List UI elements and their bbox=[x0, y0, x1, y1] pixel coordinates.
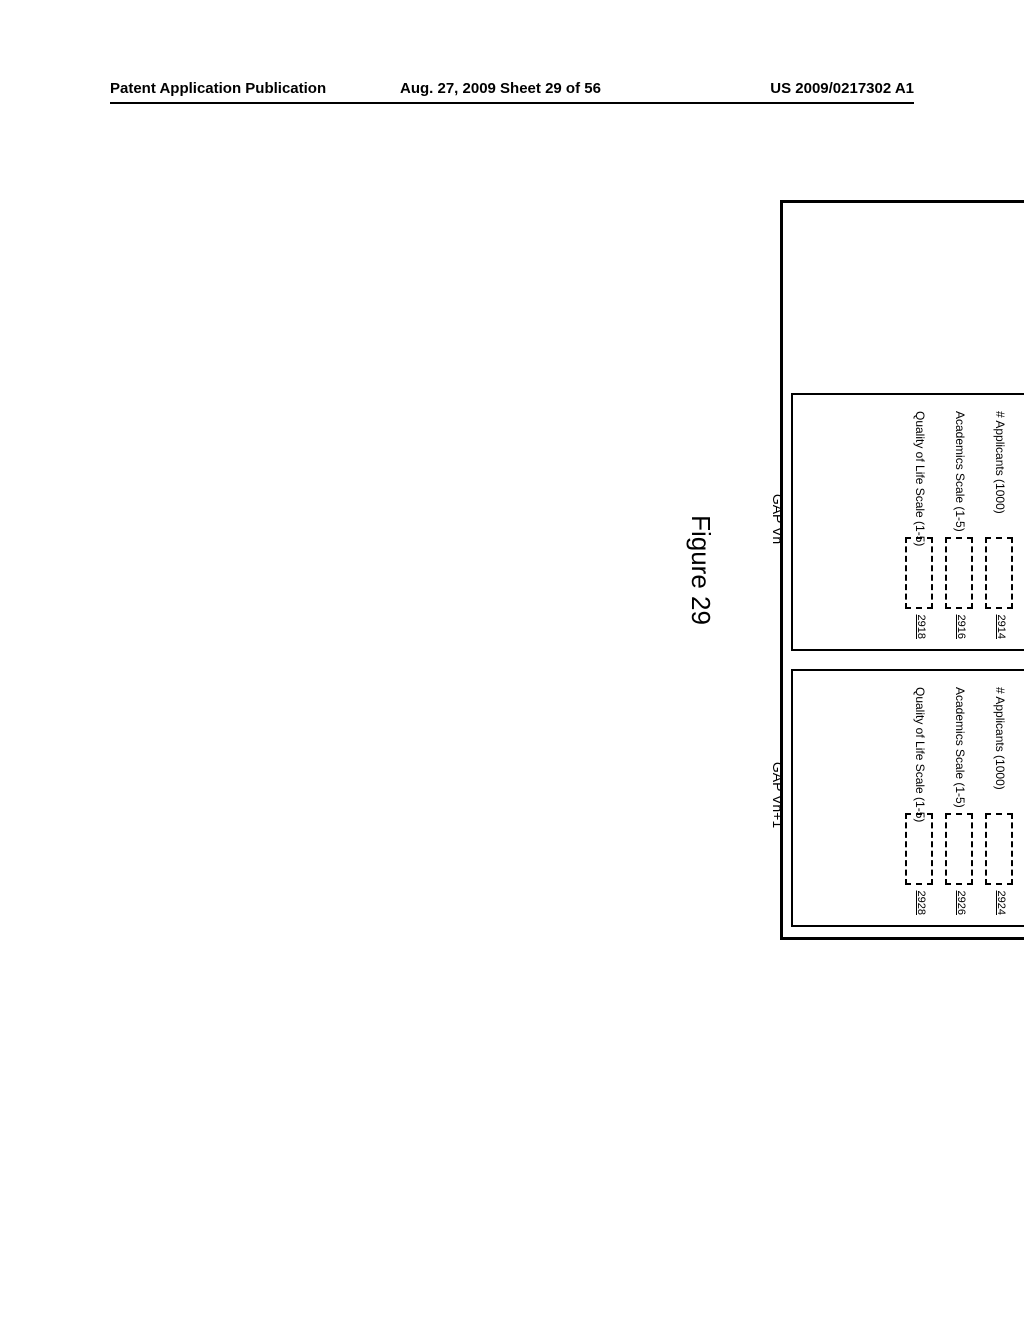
gap-vn1-caption: GAP Vn+1 bbox=[770, 666, 786, 924]
attr-label: # Applicants (1000) bbox=[993, 687, 1007, 790]
display-frame: Display 2902 Set Similarity Threshold 29… bbox=[780, 200, 1024, 940]
gap-vn-attr-academics: Academics Scale (1-5) 2916 bbox=[937, 411, 975, 637]
attr-label: Quality of Life Scale (1-5) bbox=[913, 411, 927, 546]
gap-vn1-attr-applicants: # Applicants (1000) 2924 bbox=[977, 687, 1015, 913]
attr-label: # Applicants (1000) bbox=[993, 411, 1007, 514]
header-pub-number: US 2009/0217302 A1 bbox=[734, 80, 914, 102]
gap-vn1-attr-qol: Quality of Life Scale (1-5) 2928 bbox=[897, 687, 935, 913]
header-publication: Patent Application Publication bbox=[110, 80, 390, 102]
gap-vn1-attr-academics: Academics Scale (1-5) 2926 bbox=[937, 687, 975, 913]
page: Patent Application Publication Aug. 27, … bbox=[0, 0, 1024, 1320]
gap-vn-attr-qol: Quality of Life Scale (1-5) 2918 bbox=[897, 411, 935, 637]
attr-field-academics[interactable] bbox=[945, 537, 973, 609]
gap-vn1-panel: School List 2908 2932 State 2920 bbox=[791, 669, 1024, 927]
attr-field-qol[interactable] bbox=[905, 813, 933, 885]
gap-vn-caption: GAP Vn bbox=[770, 390, 786, 648]
attr-label: Quality of Life Scale (1-5) bbox=[913, 687, 927, 822]
gap-vn-panel: School List 2906 2930 State 2910 Enrolle… bbox=[791, 393, 1024, 651]
gap-vn1-attributes: State 2920 Enrolled % 2922 # Applicants … bbox=[895, 687, 1024, 913]
figure-caption: Figure 29 bbox=[685, 200, 716, 940]
attr-field-applicants[interactable] bbox=[985, 537, 1013, 609]
figure-29-inner: 2900 Display 2902 Set Similarity Thresho… bbox=[460, 200, 1024, 940]
attr-field-qol[interactable] bbox=[905, 537, 933, 609]
gap-vn-attr-applicants: # Applicants (1000) 2914 bbox=[977, 411, 1015, 637]
ref-2918-label: 2918 bbox=[915, 615, 927, 639]
ref-2916-label: 2916 bbox=[955, 615, 967, 639]
gap-vn-attributes: State 2910 Enrolled % 2912 # Applicants … bbox=[895, 411, 1024, 637]
ref-2914-label: 2914 bbox=[995, 615, 1007, 639]
attr-field-applicants[interactable] bbox=[985, 813, 1013, 885]
page-header: Patent Application Publication Aug. 27, … bbox=[110, 80, 914, 104]
gap-vn1-attr-enrolled: Enrolled % 2922 bbox=[1017, 687, 1024, 913]
gap-vn-attr-enrolled: Enrolled % 2912 bbox=[1017, 411, 1024, 637]
ref-2924-label: 2924 bbox=[995, 891, 1007, 915]
figure-29: 2900 Display 2902 Set Similarity Thresho… bbox=[390, 570, 1024, 1310]
attr-label: Academics Scale (1-5) bbox=[953, 411, 967, 532]
attr-field-academics[interactable] bbox=[945, 813, 973, 885]
header-date-sheet: Aug. 27, 2009 Sheet 29 of 56 bbox=[390, 80, 734, 102]
attr-label: Academics Scale (1-5) bbox=[953, 687, 967, 808]
ref-2926-label: 2926 bbox=[955, 891, 967, 915]
ref-2928-label: 2928 bbox=[915, 891, 927, 915]
